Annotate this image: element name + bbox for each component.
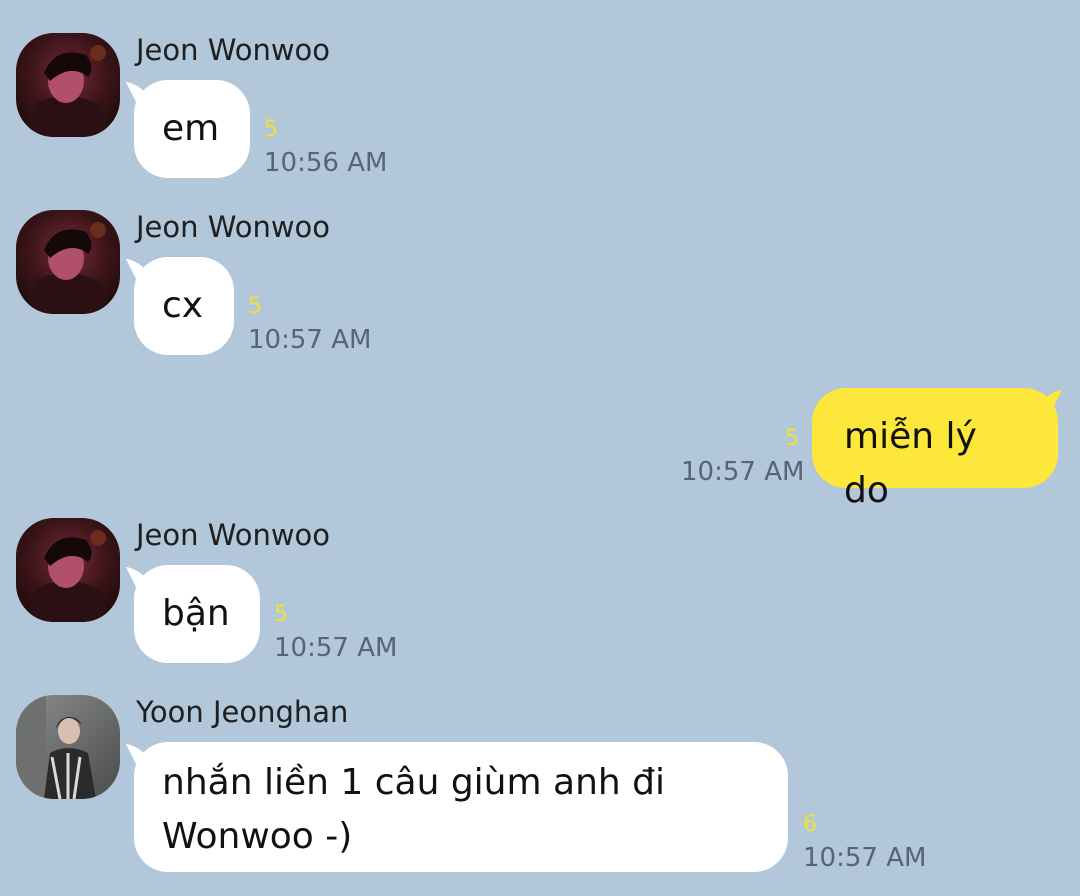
avatar-yoon-jeonghan[interactable] <box>16 695 120 799</box>
timestamp: 10:57 AM <box>274 633 398 663</box>
timestamp: 10:57 AM <box>803 843 927 873</box>
sender-name: Jeon Wonwoo <box>136 210 331 244</box>
message-text: miễn lý do <box>844 416 977 511</box>
unread-count: 6 <box>803 812 817 837</box>
message-text: bận <box>162 593 230 634</box>
message-bubble[interactable]: bận <box>134 565 260 663</box>
unread-count: 5 <box>274 602 288 627</box>
sender-name: Jeon Wonwoo <box>136 33 331 67</box>
timestamp: 10:57 AM <box>681 457 805 487</box>
avatar-jeon-wonwoo[interactable] <box>16 210 120 314</box>
avatar-jeon-wonwoo[interactable] <box>16 33 120 137</box>
message-bubble[interactable]: miễn lý do <box>812 388 1058 511</box>
sender-name: Jeon Wonwoo <box>136 518 331 552</box>
sender-name: Yoon Jeonghan <box>136 695 349 729</box>
timestamp: 10:56 AM <box>264 148 388 178</box>
message-bubble[interactable]: em <box>134 80 250 178</box>
unread-count: 5 <box>264 117 278 142</box>
message-text: nhắn liền 1 câu giùm anh đi Wonwoo -) <box>162 762 665 857</box>
unread-count: 5 <box>785 426 799 451</box>
message-bubble[interactable]: cx <box>134 257 234 355</box>
avatar-jeon-wonwoo[interactable] <box>16 518 120 622</box>
message-bubble[interactable]: nhắn liền 1 câu giùm anh đi Wonwoo -) <box>134 742 788 872</box>
timestamp: 10:57 AM <box>248 325 372 355</box>
message-text: cx <box>162 285 204 326</box>
unread-count: 5 <box>248 294 262 319</box>
message-text: em <box>162 108 220 149</box>
